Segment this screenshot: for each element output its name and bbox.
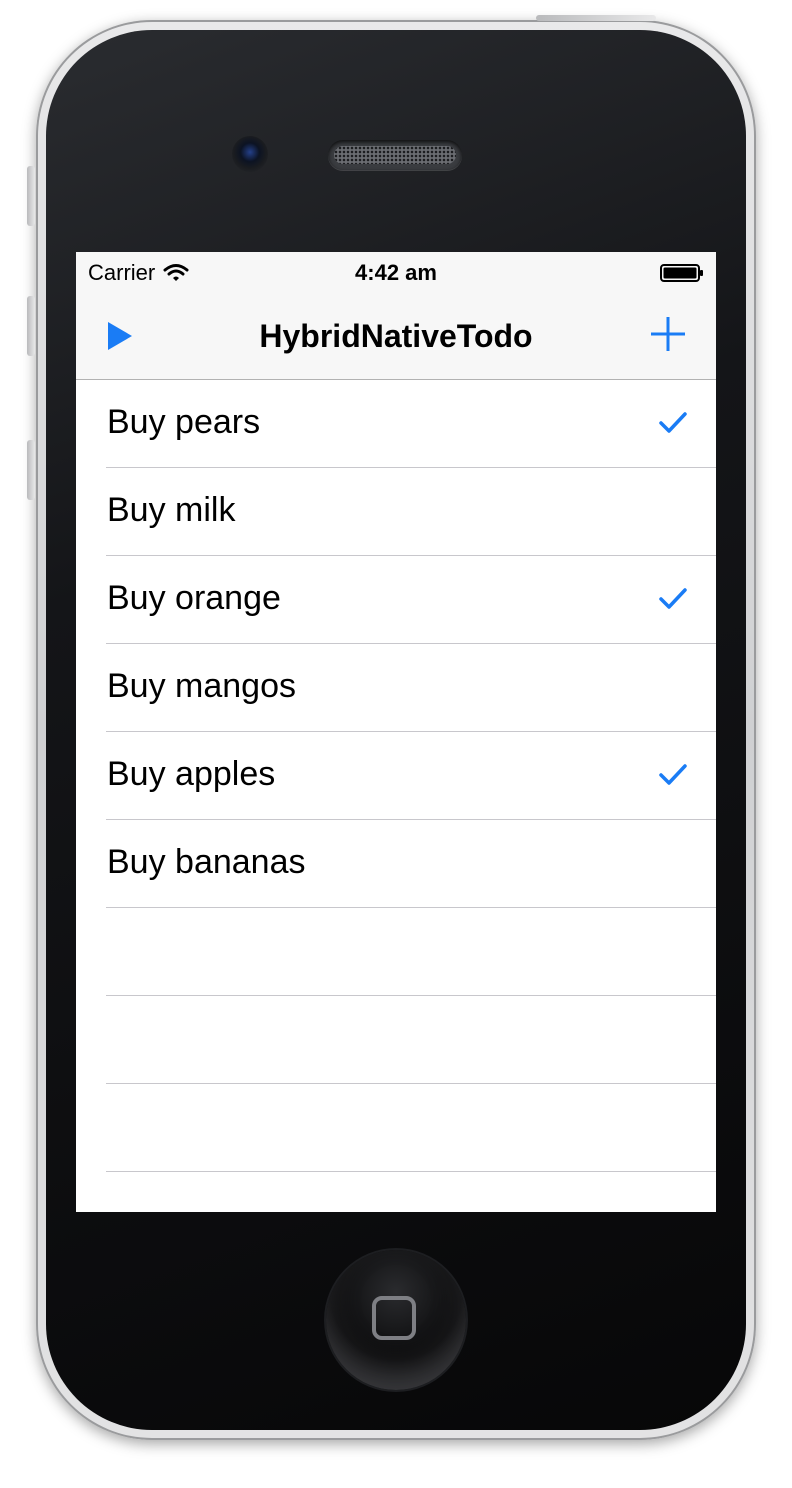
checkmark-icon [659, 412, 687, 433]
todo-row[interactable]: Buy pears [76, 380, 716, 468]
todo-row[interactable]: Buy bananas [76, 820, 716, 908]
todo-row[interactable]: Buy mangos [76, 644, 716, 732]
page-title: HybridNativeTodo [259, 318, 533, 354]
todo-label: Buy mangos [107, 667, 296, 705]
todo-row[interactable]: Buy apples [76, 732, 716, 820]
empty-row [76, 908, 716, 996]
todo-list: Buy pears Buy milk Buy orange Buy mangos… [76, 380, 716, 1172]
todo-label: Buy pears [107, 403, 261, 441]
empty-row [76, 996, 716, 1084]
battery-full-icon [660, 264, 703, 282]
checkmark-icon [659, 588, 687, 609]
mute-switch [27, 166, 35, 226]
todo-row[interactable]: Buy milk [76, 468, 716, 556]
status-bar: Carrier 4:42 am [76, 252, 716, 292]
plus-icon[interactable] [648, 314, 688, 354]
navigation-bar: HybridNativeTodo [76, 292, 716, 380]
todo-label: Buy milk [107, 491, 236, 529]
todo-row[interactable]: Buy orange [76, 556, 716, 644]
todo-label: Buy bananas [107, 843, 306, 881]
home-square-icon [372, 1296, 416, 1340]
volume-up-button [27, 296, 35, 356]
checkmark-icon [659, 764, 687, 785]
todo-label: Buy orange [107, 579, 281, 617]
speaker-grille [328, 140, 462, 170]
power-button [536, 15, 656, 21]
status-time: 4:42 am [355, 260, 437, 285]
volume-down-button [27, 440, 35, 500]
empty-row [76, 1084, 716, 1172]
todo-label: Buy apples [107, 755, 276, 793]
home-button[interactable] [326, 1250, 466, 1390]
app-screen: Carrier 4:42 am HybridNativeTodo Buy pea… [76, 252, 716, 1212]
camera-icon [232, 136, 268, 172]
